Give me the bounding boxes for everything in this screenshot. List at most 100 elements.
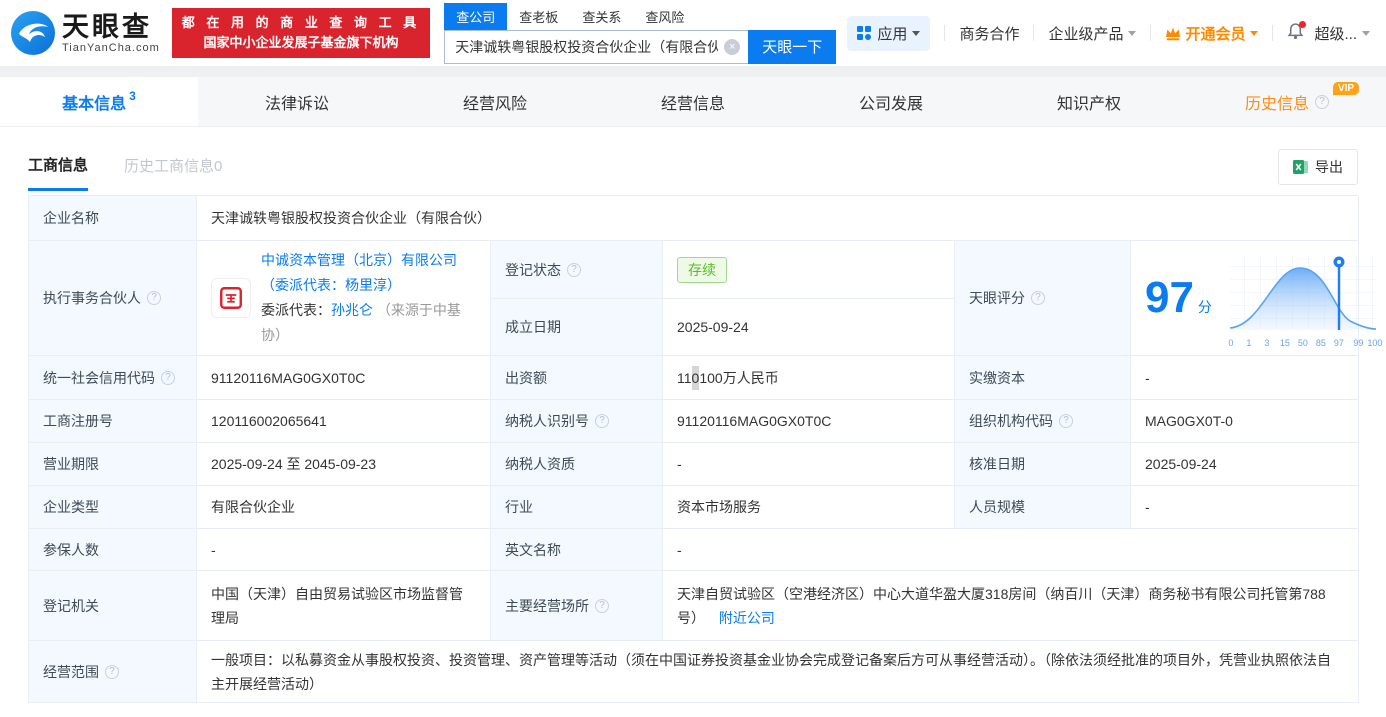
header-separator [0,66,1386,77]
subtab-history-registration[interactable]: 历史工商信息0 [124,155,222,191]
slogan-badge: 都 在 用 的 商 业 查 询 工 具 国家中小企业发展子基金旗下机构 [171,8,431,58]
business-site-value: 天津自贸试验区（空港经济区）中心大道华盈大厦318房间（纳百川（天津）商务秘书有… [663,571,1359,641]
search-tab-relation[interactable]: 查关系 [570,3,633,30]
field-label: 天眼评分 ? [955,241,1131,356]
staff-size-value: - [1131,486,1359,529]
tab-label: 法律诉讼 [264,95,329,113]
search-tabs: 查公司 查老板 查关系 查风险 [444,2,836,30]
rep-label: 委派代表： [261,302,331,318]
header: 天眼查 TianYanCha.com 都 在 用 的 商 业 查 询 工 具 国… [0,0,1386,66]
nav-cooperation[interactable]: 商务合作 [959,23,1019,44]
help-icon[interactable]: ? [147,291,161,305]
partner-company-link[interactable]: 中诚资本管理（北京）有限公司 [261,252,457,268]
clear-icon[interactable]: × [724,38,741,55]
help-icon[interactable]: ? [1059,414,1073,428]
tab-label: 知识产权 [1056,95,1121,113]
capital-value: 11 0 100万人民币 [663,356,955,400]
tab-intellectual-property[interactable]: 知识产权 [990,77,1188,126]
help-icon[interactable]: ? [1315,94,1329,109]
taxpayer-quality-value: - [663,443,955,486]
help-icon[interactable]: ? [1031,291,1045,305]
brand-domain: TianYanCha.com [62,42,160,54]
sub-header: 工商信息 历史工商信息0 导出 [0,127,1386,191]
field-label: 经营范围 ? [29,641,197,703]
field-label-text: 纳税人识别号 [505,413,589,429]
tab-company-development[interactable]: 公司发展 [792,77,990,126]
company-name-value: 天津诚轶粤银股权投资合伙企业（有限合伙） [197,196,1359,241]
reg-number-value: 120116002065641 [197,400,491,443]
field-label: 纳税人识别号 ? [491,400,663,443]
rep-name-link[interactable]: 孙兆仑 [331,302,373,318]
tab-label: 公司发展 [858,95,923,113]
main-tabs: 基本信息 3 法律诉讼 经营风险 经营信息 公司发展 知识产权 VIP 历史信息… [0,77,1386,127]
industry-value: 资本市场服务 [663,486,955,529]
help-icon[interactable]: ? [105,664,119,679]
slogan-line1: 都 在 用 的 商 业 查 询 工 具 [181,15,421,30]
logo[interactable]: 天眼查 TianYanCha.com [10,10,160,56]
search-tab-boss[interactable]: 查老板 [507,3,570,30]
notification-dot [1299,20,1307,28]
nearby-companies-link[interactable]: 附近公司 [719,610,775,626]
field-label: 登记状态 ? [491,241,663,299]
search-box: × 天眼一下 [444,29,837,64]
partner-deputy-link[interactable]: （委派代表：杨里淳） [261,277,401,293]
excel-icon [1293,160,1308,174]
executive-partner-cell: 中诚资本管理（北京）有限公司 （委派代表：杨里淳） 委派代表：孙兆仑 （来源于中… [197,241,491,356]
field-label: 人员规模 [955,486,1131,529]
insured-count-value: - [197,529,491,571]
field-label: 成立日期 [491,299,663,356]
nav-open-vip[interactable]: 开通会员 [1165,23,1259,44]
search-module: 查公司 查老板 查关系 查风险 × 天眼一下 [444,2,837,64]
capital-suffix: 100万人民币 [699,369,779,386]
help-icon[interactable]: ? [595,598,609,613]
search-tab-company[interactable]: 查公司 [444,2,508,30]
tab-history-info[interactable]: VIP 历史信息 ? [1188,77,1386,126]
notification-bell-icon[interactable] [1287,20,1307,44]
field-label: 统一社会信用代码 ? [29,356,197,400]
search-button[interactable]: 天眼一下 [748,29,837,64]
search-tab-risk[interactable]: 查风险 [633,3,696,30]
score-value: 97 [1145,273,1194,322]
field-label: 工商注册号 [29,400,197,443]
paid-capital-value: - [1131,356,1359,400]
field-label: 核准日期 [955,443,1131,486]
field-label: 英文名称 [491,529,663,571]
subtab-business-registration[interactable]: 工商信息 [28,154,89,191]
tab-label: 历史信息 [1244,95,1309,113]
nav-user[interactable]: 超级... [1314,23,1370,44]
tab-operation-risk[interactable]: 经营风险 [396,77,594,126]
nav-enterprise-products[interactable]: 企业级产品 [1048,23,1137,44]
tab-basic-info[interactable]: 基本信息 3 [0,77,198,126]
help-icon[interactable]: ? [567,262,581,277]
field-label: 参保人数 [29,529,197,571]
tab-label: 经营风险 [462,95,527,113]
search-input[interactable] [445,30,749,63]
field-label-text: 登记状态 [505,261,561,278]
company-info-table: 企业名称 天津诚轶粤银股权投资合伙企业（有限合伙） 执行事务合伙人 ? 中诚资本… [28,195,1382,703]
field-label-text: 天眼评分 [969,290,1025,306]
export-button[interactable]: 导出 [1278,149,1358,185]
field-label: 出资额 [491,356,663,400]
nav-apps[interactable]: 应用 [847,15,931,51]
chevron-down-icon [912,30,921,36]
capital-prefix: 11 [677,369,692,386]
divider [1033,25,1035,41]
help-icon[interactable]: ? [161,370,175,385]
org-code-value: MAG0GX0T-0 [1131,400,1359,443]
nav-user-label: 超级... [1314,25,1357,43]
header-nav: 应用 商务合作 企业级产品 开通会员 超级... [847,15,1370,51]
business-scope-value: 一般项目：以私募资金从事股权投资、投资管理、资产管理等活动（须在中国证券投资基金… [197,641,1359,703]
status-badge: 存续 [677,256,727,283]
tab-business-info[interactable]: 经营信息 [594,77,792,126]
partner-text: 中诚资本管理（北京）有限公司 （委派代表：杨里淳） 委派代表：孙兆仑 （来源于中… [261,248,476,348]
english-name-value: - [663,529,1359,571]
nav-enterprise-label: 企业级产品 [1048,25,1124,43]
tab-legal[interactable]: 法律诉讼 [198,77,396,126]
help-icon[interactable]: ? [595,414,609,428]
approval-date-value: 2025-09-24 [1131,443,1359,486]
divider [1272,25,1274,41]
chevron-down-icon [1128,30,1137,36]
apps-grid-icon [857,26,872,40]
tianyancha-logo-icon [11,11,55,55]
tab-label: 基本信息 [62,95,127,113]
